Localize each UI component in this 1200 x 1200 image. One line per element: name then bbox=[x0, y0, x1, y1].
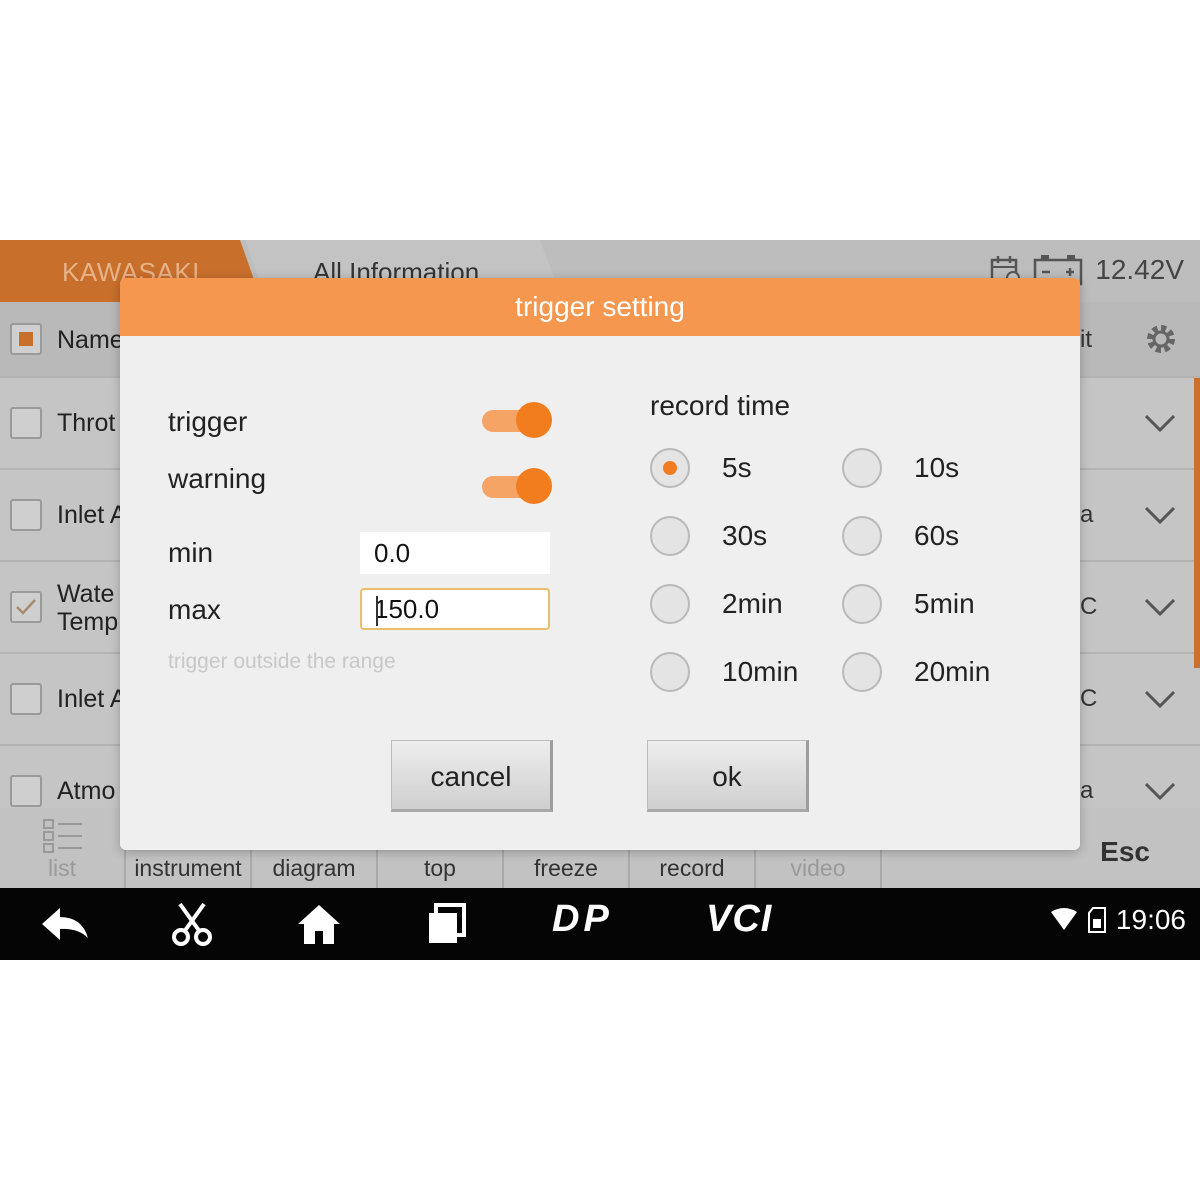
min-input[interactable]: 0.0 bbox=[360, 532, 550, 574]
text-caret bbox=[376, 596, 378, 626]
row-unit: a bbox=[1080, 501, 1094, 528]
radio-label-30s: 30s bbox=[722, 520, 768, 551]
voltage-readout: 12.42V bbox=[1095, 254, 1184, 285]
home-icon[interactable] bbox=[296, 902, 342, 946]
trigger-setting-dialog: trigger setting trigger warning min 0.0 … bbox=[120, 278, 1080, 850]
row-name: Throt bbox=[57, 409, 116, 437]
chevron-down-icon[interactable] bbox=[1142, 405, 1178, 441]
nav-status: 19:06 bbox=[1050, 904, 1186, 936]
tab-label: top bbox=[424, 855, 456, 881]
radio-10s[interactable] bbox=[842, 448, 882, 488]
back-icon[interactable] bbox=[38, 902, 92, 946]
radio-label-10min: 10min bbox=[722, 656, 799, 687]
row-unit: C bbox=[1080, 685, 1098, 712]
trigger-toggle[interactable] bbox=[482, 402, 552, 438]
clock: 19:06 bbox=[1115, 904, 1186, 935]
range-hint: trigger outside the range bbox=[168, 650, 396, 673]
radio-label-10s: 10s bbox=[914, 452, 960, 483]
dialog-title: trigger setting bbox=[120, 278, 1080, 336]
tab-label: diagram bbox=[272, 855, 356, 881]
cancel-button[interactable]: cancel bbox=[391, 740, 553, 812]
radio-5s[interactable] bbox=[650, 448, 690, 488]
scrollbar[interactable] bbox=[1194, 378, 1200, 668]
header-unit: it bbox=[1080, 326, 1092, 353]
recent-apps-icon[interactable] bbox=[426, 902, 468, 946]
dp-app-label[interactable]: DP bbox=[552, 898, 613, 941]
radio-5min[interactable] bbox=[842, 584, 882, 624]
row-checkbox[interactable] bbox=[10, 775, 42, 807]
warning-label: warning bbox=[168, 463, 267, 494]
radio-30s[interactable] bbox=[650, 516, 690, 556]
max-value: 150.0 bbox=[374, 594, 440, 624]
radio-label-5min: 5min bbox=[914, 588, 975, 619]
ok-button[interactable]: ok bbox=[647, 740, 809, 812]
radio-10min[interactable] bbox=[650, 652, 690, 692]
wifi-icon bbox=[1050, 908, 1077, 930]
header-name: Name bbox=[57, 326, 124, 354]
list-icon bbox=[43, 819, 82, 853]
chevron-down-icon[interactable] bbox=[1142, 773, 1178, 809]
warning-toggle[interactable] bbox=[482, 468, 552, 504]
radio-20min[interactable] bbox=[842, 652, 882, 692]
scissors-icon[interactable] bbox=[170, 902, 214, 946]
chevron-down-icon[interactable] bbox=[1142, 681, 1178, 717]
tab-label: record bbox=[659, 855, 725, 881]
row-checkbox[interactable] bbox=[10, 407, 42, 439]
min-label: min bbox=[168, 537, 214, 568]
radio-2min[interactable] bbox=[650, 584, 690, 624]
row-checkbox[interactable] bbox=[10, 683, 42, 715]
row-name: Inlet A bbox=[57, 685, 127, 713]
trigger-label: trigger bbox=[168, 406, 248, 437]
tab-label: video bbox=[790, 855, 846, 881]
row-name: Atmo bbox=[57, 777, 116, 805]
toggle-knob bbox=[516, 468, 552, 504]
row-unit: a bbox=[1080, 777, 1094, 804]
system-nav-bar: DP VCI 19:06 bbox=[0, 888, 1200, 960]
device-screen: KAWASAKI All Information 12.42V Name it … bbox=[0, 240, 1200, 960]
radio-label-60s: 60s bbox=[914, 520, 960, 551]
record-time-label: record time bbox=[650, 390, 791, 421]
row-unit: C bbox=[1080, 593, 1098, 620]
select-all-checkbox[interactable] bbox=[10, 323, 42, 355]
row-checkbox-checked[interactable] bbox=[10, 591, 42, 623]
max-label: max bbox=[168, 594, 221, 625]
row-name: Wate Temp bbox=[57, 580, 119, 636]
tab-list[interactable]: list bbox=[0, 808, 126, 888]
tab-label: freeze bbox=[534, 855, 598, 881]
tab-label: instrument bbox=[134, 855, 242, 881]
radio-60s[interactable] bbox=[842, 516, 882, 556]
max-input[interactable]: 150.0 bbox=[360, 588, 550, 630]
chevron-down-icon[interactable] bbox=[1142, 589, 1178, 625]
tab-label: list bbox=[47, 855, 77, 881]
sim-icon bbox=[1087, 907, 1106, 933]
row-checkbox[interactable] bbox=[10, 499, 42, 531]
toggle-knob bbox=[516, 402, 552, 438]
vci-app-label[interactable]: VCI bbox=[706, 898, 772, 941]
gear-icon[interactable] bbox=[1144, 322, 1178, 356]
radio-label-5s: 5s bbox=[722, 452, 752, 483]
radio-label-20min: 20min bbox=[914, 656, 991, 687]
row-name: Inlet A bbox=[57, 501, 127, 529]
esc-button[interactable]: Esc bbox=[1100, 836, 1150, 868]
radio-label-2min: 2min bbox=[722, 588, 783, 619]
chevron-down-icon[interactable] bbox=[1142, 497, 1178, 533]
